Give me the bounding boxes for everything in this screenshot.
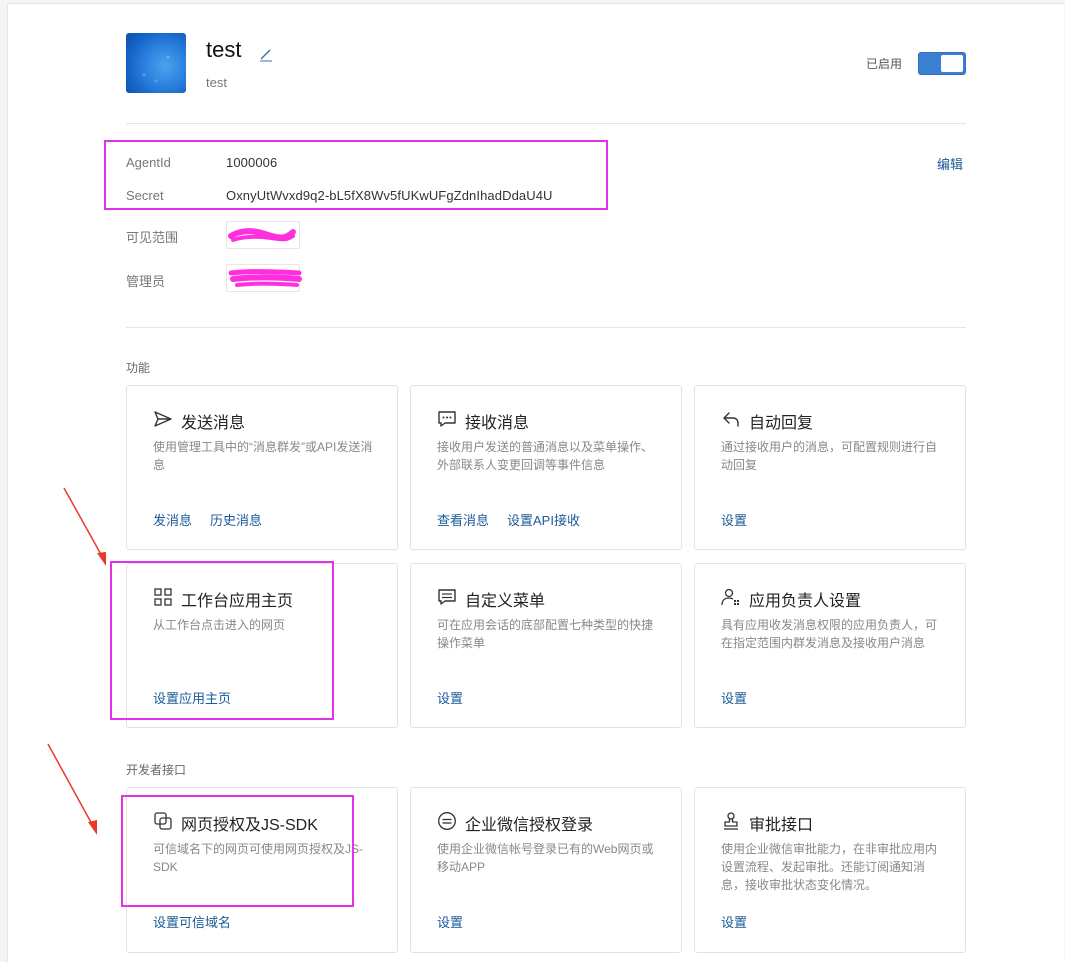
red-arrow-jssdk [47, 743, 97, 835]
annotation-arrows [47, 487, 106, 835]
red-arrow-workbench [63, 487, 106, 566]
